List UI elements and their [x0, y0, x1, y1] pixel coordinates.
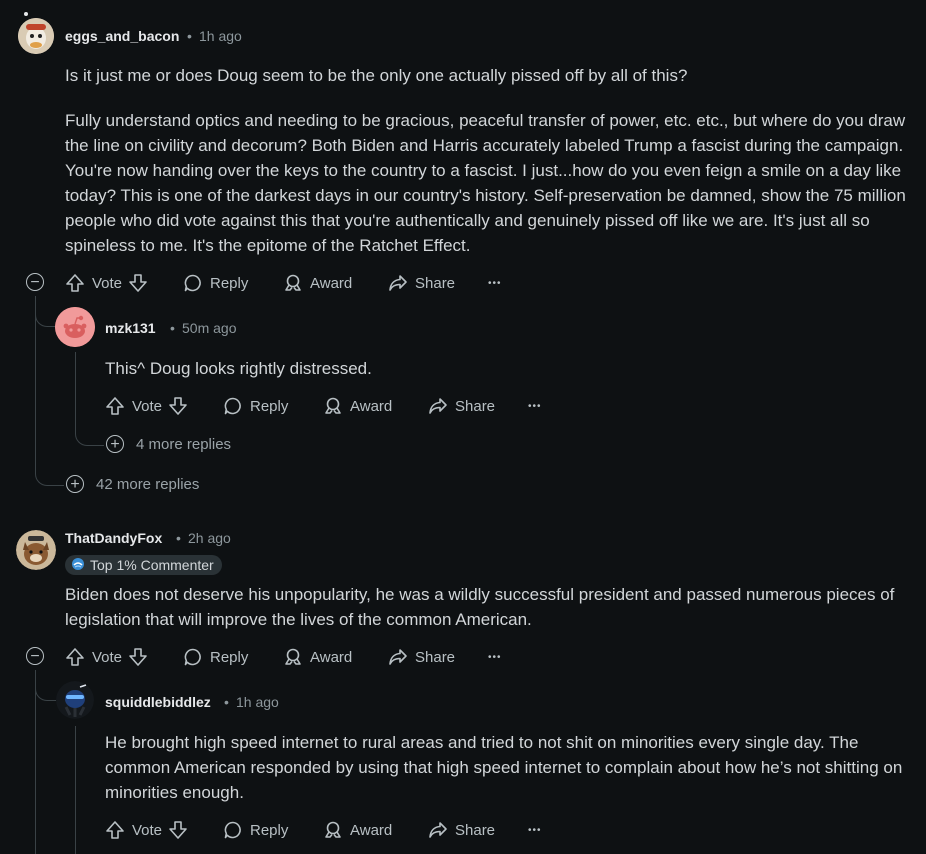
vote-label: Vote	[132, 821, 163, 839]
comment-body: Is it just me or does Doug seem to be th…	[65, 66, 688, 85]
avatar[interactable]	[56, 681, 94, 719]
upvote-icon[interactable]	[105, 396, 125, 416]
more-replies-button[interactable]: + 4 more replies	[106, 435, 231, 453]
share-icon	[388, 273, 408, 293]
avatar-dot	[24, 12, 28, 16]
action-bar: Vote Reply Award Share •••	[65, 645, 525, 669]
vote-label: Vote	[92, 648, 123, 666]
reply-bubble-icon	[223, 820, 243, 840]
overflow-icon[interactable]: •••	[488, 645, 502, 669]
award-button[interactable]: Award	[323, 818, 392, 842]
username[interactable]: squiddlebiddlez	[105, 694, 211, 710]
avatar[interactable]	[16, 530, 56, 570]
timestamp[interactable]: 1h ago	[236, 694, 279, 710]
action-bar: Vote Reply Award Share •••	[105, 818, 565, 842]
separator: •	[224, 694, 229, 710]
overflow-icon[interactable]: •••	[528, 394, 542, 418]
upvote-icon[interactable]	[105, 820, 125, 840]
separator: •	[187, 28, 192, 44]
more-replies-button[interactable]: + 42 more replies	[66, 475, 199, 493]
award-button[interactable]: Award	[283, 271, 352, 295]
share-icon	[388, 647, 408, 667]
share-button[interactable]: Share	[428, 394, 495, 418]
upvote-icon[interactable]	[65, 273, 85, 293]
comment-body: This^ Doug looks rightly distressed.	[105, 359, 372, 378]
timestamp[interactable]: 50m ago	[182, 320, 236, 336]
timestamp[interactable]: 1h ago	[199, 28, 242, 44]
thread-line[interactable]	[75, 726, 76, 854]
vote-label: Vote	[92, 274, 123, 292]
overflow-icon[interactable]: •••	[528, 818, 542, 842]
share-icon	[428, 820, 448, 840]
award-icon	[283, 647, 303, 667]
downvote-icon[interactable]	[128, 647, 148, 667]
reply-button[interactable]: Reply	[223, 818, 288, 842]
avatar[interactable]	[55, 307, 95, 347]
reply-bubble-icon	[223, 396, 243, 416]
username[interactable]: eggs_and_bacon	[65, 28, 179, 44]
username[interactable]: mzk131	[105, 320, 156, 336]
award-button[interactable]: Award	[323, 394, 392, 418]
thread-connector	[35, 460, 64, 486]
thread-connector	[35, 672, 56, 701]
thread-connector	[75, 420, 104, 446]
comment-body: Biden does not deserve his unpopularity,…	[65, 585, 895, 629]
reply-button[interactable]: Reply	[183, 645, 248, 669]
share-icon	[428, 396, 448, 416]
separator: •	[170, 320, 175, 336]
upvote-icon[interactable]	[65, 647, 85, 667]
reply-bubble-icon	[183, 273, 203, 293]
award-icon	[323, 396, 343, 416]
share-button[interactable]: Share	[428, 818, 495, 842]
overflow-icon[interactable]: •••	[488, 271, 502, 295]
share-button[interactable]: Share	[388, 271, 455, 295]
share-button[interactable]: Share	[388, 645, 455, 669]
award-button[interactable]: Award	[283, 645, 352, 669]
action-bar: Vote Reply Award Share •••	[105, 394, 565, 418]
action-bar: Vote Reply Award Share •••	[65, 271, 525, 295]
vote-label: Vote	[132, 397, 163, 415]
timestamp[interactable]: 2h ago	[188, 530, 231, 546]
expand-icon: +	[106, 435, 124, 453]
collapse-icon[interactable]: −	[26, 647, 44, 665]
thread-line[interactable]	[35, 670, 36, 854]
downvote-icon[interactable]	[128, 273, 148, 293]
status-badge: Top 1% Commenter	[65, 555, 222, 575]
comment-body: He brought high speed internet to rural …	[105, 733, 903, 802]
award-icon	[323, 820, 343, 840]
reply-bubble-icon	[183, 647, 203, 667]
expand-icon: +	[66, 475, 84, 493]
username[interactable]: ThatDandyFox	[65, 530, 162, 546]
downvote-icon[interactable]	[168, 820, 188, 840]
reply-button[interactable]: Reply	[183, 271, 248, 295]
badge-icon	[71, 557, 85, 574]
reply-button[interactable]: Reply	[223, 394, 288, 418]
avatar[interactable]	[18, 18, 54, 54]
separator: •	[176, 530, 181, 546]
downvote-icon[interactable]	[168, 396, 188, 416]
comment-body: Fully understand optics and needing to b…	[65, 111, 906, 255]
award-icon	[283, 273, 303, 293]
thread-connector	[35, 298, 56, 327]
collapse-icon[interactable]: −	[26, 273, 44, 291]
thread-line[interactable]	[35, 296, 36, 473]
